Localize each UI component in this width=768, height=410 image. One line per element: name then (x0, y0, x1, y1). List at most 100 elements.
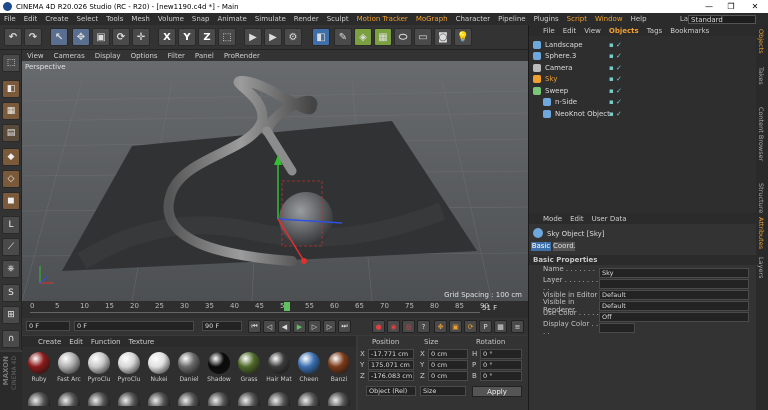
menu-create[interactable]: Create (45, 15, 68, 23)
material-swatch-row2[interactable] (58, 392, 80, 406)
material-swatch-row2[interactable] (88, 392, 110, 406)
material-swatch-row2[interactable] (178, 392, 200, 406)
pla-key-icon[interactable]: ▦ (494, 320, 507, 333)
apply-button[interactable]: Apply (472, 386, 522, 397)
visibility-flags-icon[interactable]: ▪ ✓ (609, 75, 622, 83)
material-menu-create[interactable]: Create (38, 338, 61, 346)
attr-property-value[interactable] (599, 323, 635, 333)
start-frame-field[interactable]: 0 F (26, 321, 70, 331)
coord-position-field[interactable]: -176.083 cm (368, 371, 414, 381)
render-picture-viewer-icon[interactable]: ▶ (264, 28, 282, 46)
coordinate-system-icon[interactable]: ⬚ (218, 28, 236, 46)
visibility-flags-icon[interactable]: ▪ ✓ (609, 41, 622, 49)
material-menu-edit[interactable]: Edit (69, 338, 83, 346)
menu-animate[interactable]: Animate (218, 15, 247, 23)
material-swatch-row2[interactable] (208, 392, 230, 406)
attr-property-value[interactable] (599, 279, 749, 289)
make-editable-icon[interactable]: ⬚ (2, 54, 20, 72)
material-swatch-row2[interactable] (268, 392, 290, 406)
light-icon[interactable]: 💡 (454, 28, 472, 46)
menu-pipeline[interactable]: Pipeline (498, 15, 525, 23)
object-row[interactable]: Camera ▪ ✓ (533, 62, 753, 73)
menu-character[interactable]: Character (456, 15, 491, 23)
z-axis-lock-icon[interactable]: Z (198, 28, 216, 46)
attr-tab-basic[interactable]: Basic (531, 242, 551, 251)
solo-icon[interactable]: S (2, 284, 20, 302)
side-tab-layers[interactable]: Layers (757, 257, 765, 279)
object-tab-edit[interactable]: Edit (563, 27, 577, 35)
object-row[interactable]: n-Side ▪ ✓ (533, 97, 753, 108)
polygons-mode-icon[interactable]: ◼ (2, 192, 20, 210)
menu-render[interactable]: Render (294, 15, 319, 23)
undo-icon[interactable]: ↶ (4, 28, 22, 46)
object-tab-objects[interactable]: Objects (609, 27, 639, 35)
material-swatch[interactable] (268, 352, 290, 374)
material-swatch[interactable] (298, 352, 320, 374)
redo-icon[interactable]: ↷ (24, 28, 42, 46)
material-swatch[interactable] (88, 352, 110, 374)
model-mode-icon[interactable]: ◧ (2, 80, 20, 98)
axis-mode-icon[interactable]: L (2, 216, 20, 234)
side-tab-objects[interactable]: Objects (757, 29, 765, 54)
menu-snap[interactable]: Snap (192, 15, 210, 23)
object-row[interactable]: Sphere.3 ▪ ✓ (533, 51, 753, 62)
menu-script[interactable]: Script (567, 15, 587, 23)
material-swatch[interactable] (58, 352, 80, 374)
coord-size-field[interactable]: 0 cm (428, 371, 468, 381)
menu-plugins[interactable]: Plugins (534, 15, 559, 23)
goto-end-icon[interactable]: ⏭ (338, 320, 351, 333)
workplane-lock-icon[interactable]: ⊞ (2, 306, 20, 324)
side-tab-takes[interactable]: Takes (757, 67, 765, 85)
viewport-menu-display[interactable]: Display (95, 52, 121, 60)
menu-motion-tracker[interactable]: Motion Tracker (357, 15, 408, 23)
texture-mode-icon[interactable]: ▦ (2, 102, 20, 120)
attr-menu-mode[interactable]: Mode (543, 215, 562, 223)
param-key-icon[interactable]: P (479, 320, 492, 333)
object-tab-file[interactable]: File (543, 27, 555, 35)
position-key-icon[interactable]: ✥ (434, 320, 447, 333)
recent-tool-icon[interactable]: ✛ (132, 28, 150, 46)
timeline-playhead[interactable] (284, 302, 290, 311)
visibility-flags-icon[interactable]: ▪ ✓ (609, 110, 622, 118)
menu-simulate[interactable]: Simulate (255, 15, 286, 23)
goto-start-icon[interactable]: ⏮ (248, 320, 261, 333)
coords-size-mode-select[interactable]: Size (420, 386, 466, 396)
menu-sculpt[interactable]: Sculpt (327, 15, 349, 23)
material-swatch-row2[interactable] (328, 392, 350, 406)
menu-select[interactable]: Select (77, 15, 99, 23)
coord-rotation-field[interactable]: 0 ° (480, 360, 522, 370)
object-row[interactable]: NeoKnot Object ▪ ✓ (533, 108, 753, 119)
perspective-viewport[interactable]: Perspective Grid Spacing : 100 cm (22, 61, 528, 301)
menu-help[interactable]: Help (631, 15, 647, 23)
menu-edit[interactable]: Edit (24, 15, 38, 23)
coords-mode-select[interactable]: Object (Rel) (366, 386, 416, 396)
material-swatch[interactable] (178, 352, 200, 374)
attr-property-value[interactable]: Sky (599, 268, 749, 278)
menu-window[interactable]: Window (595, 15, 623, 23)
scale-key-icon[interactable]: ▣ (449, 320, 462, 333)
viewport-menu-panel[interactable]: Panel (195, 52, 214, 60)
material-swatch[interactable] (28, 352, 50, 374)
attr-property-value[interactable]: Default (599, 301, 749, 311)
visibility-flags-icon[interactable]: ▪ ✓ (609, 64, 622, 72)
object-tab-tags[interactable]: Tags (647, 27, 663, 35)
material-menu-function[interactable]: Function (91, 338, 121, 346)
viewport-menu-view[interactable]: View (27, 52, 44, 60)
subdivision-surface-icon[interactable]: ◈ (354, 28, 372, 46)
material-swatch[interactable] (118, 352, 140, 374)
points-mode-icon[interactable]: ◆ (2, 148, 20, 166)
menu-file[interactable]: File (4, 15, 16, 23)
visibility-flags-icon[interactable]: ▪ ✓ (609, 98, 622, 106)
side-tab-content-browser[interactable]: Content Browser (757, 107, 765, 161)
deformer-icon[interactable]: ⬭ (394, 28, 412, 46)
prev-frame-icon[interactable]: ◀ (278, 320, 291, 333)
attr-property-value[interactable]: Off (599, 312, 749, 322)
coord-rotation-field[interactable]: 0 ° (480, 349, 522, 359)
play-icon[interactable]: ▶ (293, 320, 306, 333)
coord-size-field[interactable]: 0 cm (428, 360, 468, 370)
render-view-icon[interactable]: ▶ (244, 28, 262, 46)
visibility-flags-icon[interactable]: ▪ ✓ (609, 87, 622, 95)
object-row[interactable]: Landscape ▪ ✓ (533, 39, 753, 50)
attr-property-value[interactable]: Default (599, 290, 749, 300)
material-swatch-row2[interactable] (118, 392, 140, 406)
